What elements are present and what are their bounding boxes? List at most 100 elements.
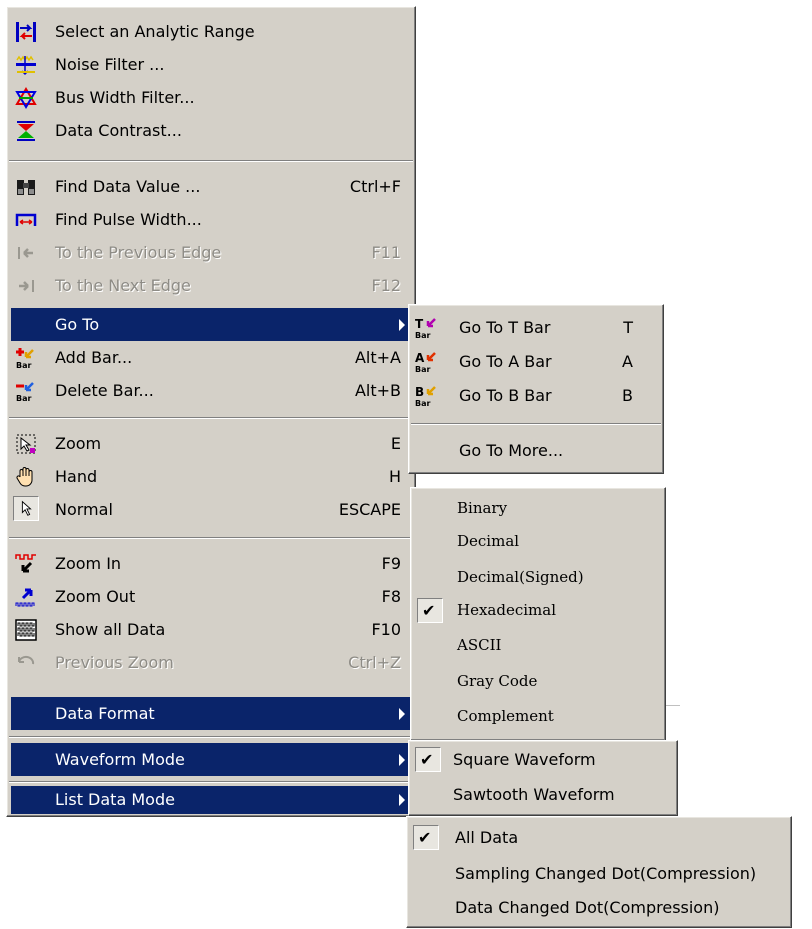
add-bar-icon: Bar <box>16 348 34 369</box>
menu-item-label: Select an Analytic Range <box>55 22 255 41</box>
menu-item-previous-zoom[interactable]: Previous Zoom Ctrl+Z <box>11 646 411 679</box>
menu-item-shortcut: F10 <box>371 620 401 639</box>
menu-item-decimal[interactable]: Decimal <box>413 525 661 558</box>
menu-item-square-waveform[interactable]: ✔ Square Waveform <box>411 743 673 776</box>
svg-text:Bar: Bar <box>16 394 31 402</box>
menu-item-normal[interactable]: Normal ESCAPE <box>11 493 411 526</box>
menu-item-find-data-value[interactable]: Find Data Value ... Ctrl+F <box>11 170 411 203</box>
menu-item-shortcut: ESCAPE <box>338 500 401 519</box>
waveform-submenu: ✔ Square Waveform Sawtooth Waveform <box>408 740 678 816</box>
svg-text:T: T <box>415 317 424 331</box>
menu-item-hexadecimal[interactable]: ✔ Hexadecimal <box>413 594 661 627</box>
menu-item-label: Delete Bar... <box>55 381 154 400</box>
data-format-submenu: Binary Decimal Decimal(Signed) ✔ Hexadec… <box>410 487 666 741</box>
menu-item-complement[interactable]: Complement <box>413 700 661 733</box>
menu-item-hand[interactable]: Hand H <box>11 460 411 493</box>
svg-text:B: B <box>415 385 424 399</box>
menu-item-select-analytic-range[interactable]: Select an Analytic Range <box>11 15 411 48</box>
menu-item-find-pulse-width[interactable]: Find Pulse Width... <box>11 203 411 236</box>
menu-item-label: Sawtooth Waveform <box>453 785 615 804</box>
menu-item-show-all-data[interactable]: Show all Data F10 <box>11 613 411 646</box>
zoom-out-icon <box>15 588 35 607</box>
normal-checked-frame <box>13 496 39 521</box>
menu-item-label: Binary <box>457 499 508 517</box>
menu-item-zoom[interactable]: Zoom E <box>11 427 411 460</box>
submenu-arrow-icon <box>399 319 405 331</box>
menu-item-label: Find Pulse Width... <box>55 210 202 229</box>
menu-item-label: Hexadecimal <box>457 601 557 619</box>
b-bar-icon: BBar <box>415 385 436 407</box>
menu-item-label: Sampling Changed Dot(Compression) <box>455 864 757 883</box>
submenu-arrow-icon <box>399 794 405 806</box>
menu-item-shortcut: H <box>388 467 401 486</box>
checkmark-frame: ✔ <box>415 747 441 772</box>
menu-item-shortcut: A <box>622 352 633 371</box>
menu-item-go-to-t-bar[interactable]: T Bar Go To T Bar T <box>411 311 659 344</box>
menu-item-label: All Data <box>455 828 519 847</box>
menu-item-data-format[interactable]: Data Format <box>11 697 411 730</box>
menu-item-sawtooth-waveform[interactable]: Sawtooth Waveform <box>411 778 673 811</box>
menu-item-bus-width-filter[interactable]: Bus Width Filter... <box>11 81 411 114</box>
menu-item-label: Decimal(Signed) <box>457 568 584 586</box>
menu-item-binary[interactable]: Binary <box>413 492 661 525</box>
menu-item-label: To the Next Edge <box>55 276 191 295</box>
menu-item-data-changed-dot[interactable]: Data Changed Dot(Compression) <box>409 891 787 924</box>
menu-item-go-to-a-bar[interactable]: A Bar Go To A Bar A <box>411 345 659 378</box>
menu-item-label: Square Waveform <box>453 750 596 769</box>
menu-item-label: Show all Data <box>55 620 166 639</box>
menu-item-add-bar[interactable]: Bar Add Bar... Alt+A <box>11 341 411 374</box>
next-edge-icon <box>19 280 34 292</box>
delete-bar-icon: Bar <box>16 382 34 402</box>
data-contrast-icon <box>17 121 35 141</box>
svg-text:Bar: Bar <box>415 331 430 339</box>
bus-width-filter-icon <box>15 87 37 109</box>
checkmark-icon: ✔ <box>418 828 432 847</box>
main-context-menu: Select an Analytic Range Noise Filter ..… <box>6 6 416 817</box>
menu-item-label: Go To <box>55 315 100 334</box>
svg-text:A: A <box>415 351 425 365</box>
menu-item-label: Go To B Bar <box>459 386 552 405</box>
menu-item-shortcut: F12 <box>371 276 401 295</box>
menu-item-shortcut: Ctrl+F <box>349 177 401 196</box>
menu-item-zoom-in[interactable]: Zoom In F9 <box>11 547 411 580</box>
menu-item-shortcut: E <box>390 434 401 453</box>
menu-item-gray-code[interactable]: Gray Code <box>413 665 661 698</box>
menu-item-decimal-signed[interactable]: Decimal(Signed) <box>413 561 661 594</box>
t-bar-icon: TBar <box>415 317 436 339</box>
menu-item-go-to-more[interactable]: Go To More... <box>411 434 659 467</box>
menu-item-previous-edge[interactable]: To the Previous Edge F11 <box>11 236 411 269</box>
submenu-arrow-icon <box>399 754 405 766</box>
previous-edge-icon <box>18 247 33 259</box>
menu-item-zoom-out[interactable]: Zoom Out F8 <box>11 580 411 613</box>
arrow-cursor-icon <box>21 500 32 516</box>
menu-item-label: Add Bar... <box>55 348 133 367</box>
menu-item-data-contrast[interactable]: Data Contrast... <box>11 114 411 147</box>
menu-item-all-data[interactable]: ✔ All Data <box>409 821 787 854</box>
menu-item-go-to-b-bar[interactable]: B Bar Go To B Bar B <box>411 379 659 412</box>
menu-separator <box>9 736 413 738</box>
menu-item-go-to[interactable]: Go To <box>11 308 411 341</box>
menu-item-label: Hand <box>55 467 98 486</box>
menu-item-noise-filter[interactable]: Noise Filter ... <box>11 48 411 81</box>
list-data-mode-submenu: ✔ All Data Sampling Changed Dot(Compress… <box>406 816 792 928</box>
a-bar-icon: ABar <box>415 351 436 373</box>
menu-item-label: Normal <box>55 500 113 519</box>
menu-item-waveform-mode[interactable]: Waveform Mode <box>11 743 411 776</box>
menu-separator <box>9 781 413 783</box>
menu-item-label: Bus Width Filter... <box>55 88 195 107</box>
menu-item-sampling-changed-dot[interactable]: Sampling Changed Dot(Compression) <box>409 857 787 890</box>
menu-item-label: Data Format <box>55 704 155 723</box>
menu-item-next-edge[interactable]: To the Next Edge F12 <box>11 269 411 302</box>
menu-item-label: Go To T Bar <box>459 318 551 337</box>
zoom-in-icon <box>15 554 36 573</box>
svg-text:Bar: Bar <box>415 399 430 407</box>
menu-item-label: To the Previous Edge <box>55 243 222 262</box>
menu-item-ascii[interactable]: ASCII <box>413 629 661 662</box>
menu-item-delete-bar[interactable]: Bar Delete Bar... Alt+B <box>11 374 411 407</box>
menu-item-label: List Data Mode <box>55 790 175 809</box>
menu-item-label: Data Changed Dot(Compression) <box>455 898 720 917</box>
menu-item-shortcut: B <box>622 386 633 405</box>
menu-item-list-data-mode[interactable]: List Data Mode <box>11 786 411 814</box>
menu-item-shortcut: F9 <box>381 554 401 573</box>
menu-item-label: Waveform Mode <box>55 750 185 769</box>
